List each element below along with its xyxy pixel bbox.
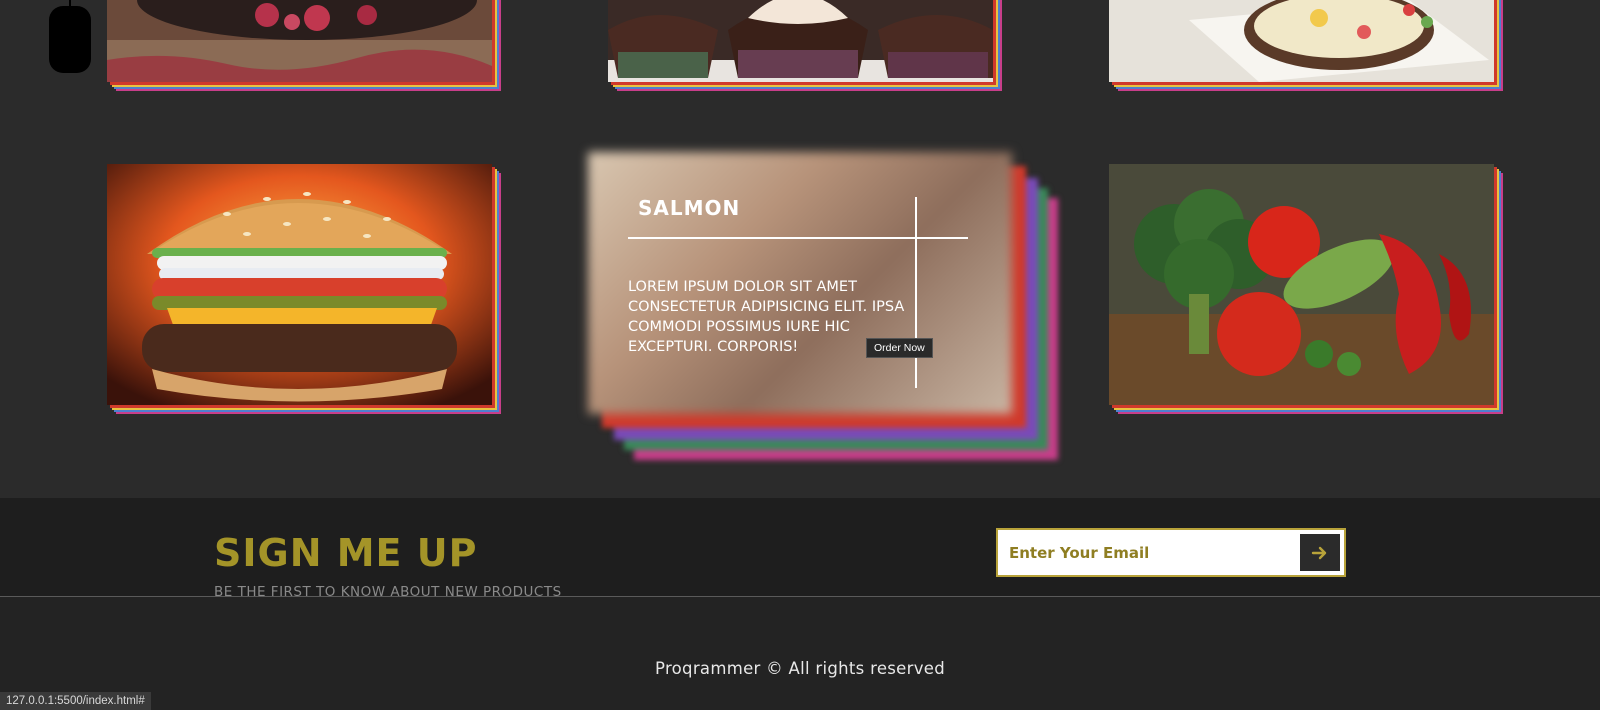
signup-subtitle: BE THE FIRST TO KNOW ABOUT NEW PRODUCTS	[214, 584, 562, 596]
vegetables-image	[1109, 164, 1494, 405]
email-input[interactable]	[998, 530, 1294, 575]
salmon-card-overlay: SALMON LOREM IPSUM DOLOR SIT AMET CONSEC…	[588, 152, 1012, 414]
card-vegetables[interactable]	[1109, 164, 1503, 414]
mouse-icon	[49, 0, 91, 73]
raspberry-dessert-image	[107, 0, 492, 82]
burger-image	[107, 164, 492, 405]
card-burger[interactable]	[107, 164, 501, 414]
copyright-text: Proqrammer © All rights reserved	[654, 659, 946, 678]
card-title: SALMON	[638, 196, 741, 220]
card-sandwich[interactable]	[1109, 0, 1503, 91]
card-raspberry-dessert[interactable]	[107, 0, 501, 91]
arrow-right-icon	[1311, 546, 1327, 559]
footer: Proqrammer © All rights reserved	[0, 596, 1600, 710]
cupcakes-image	[608, 0, 993, 82]
divider-vertical	[915, 197, 917, 388]
signup-section: SIGN ME UP BE THE FIRST TO KNOW ABOUT NE…	[0, 498, 1600, 596]
email-form	[996, 528, 1346, 577]
food-gallery: SALMON LOREM IPSUM DOLOR SIT AMET CONSEC…	[0, 0, 1600, 498]
divider-horizontal	[628, 237, 968, 239]
sandwich-image	[1109, 0, 1494, 82]
order-now-button[interactable]: Order Now	[866, 338, 933, 358]
browser-status-url: 127.0.0.1:5500/index.html#	[0, 692, 151, 710]
submit-email-button[interactable]	[1300, 534, 1340, 571]
card-cupcakes[interactable]	[608, 0, 1002, 91]
signup-title: SIGN ME UP	[214, 531, 478, 575]
